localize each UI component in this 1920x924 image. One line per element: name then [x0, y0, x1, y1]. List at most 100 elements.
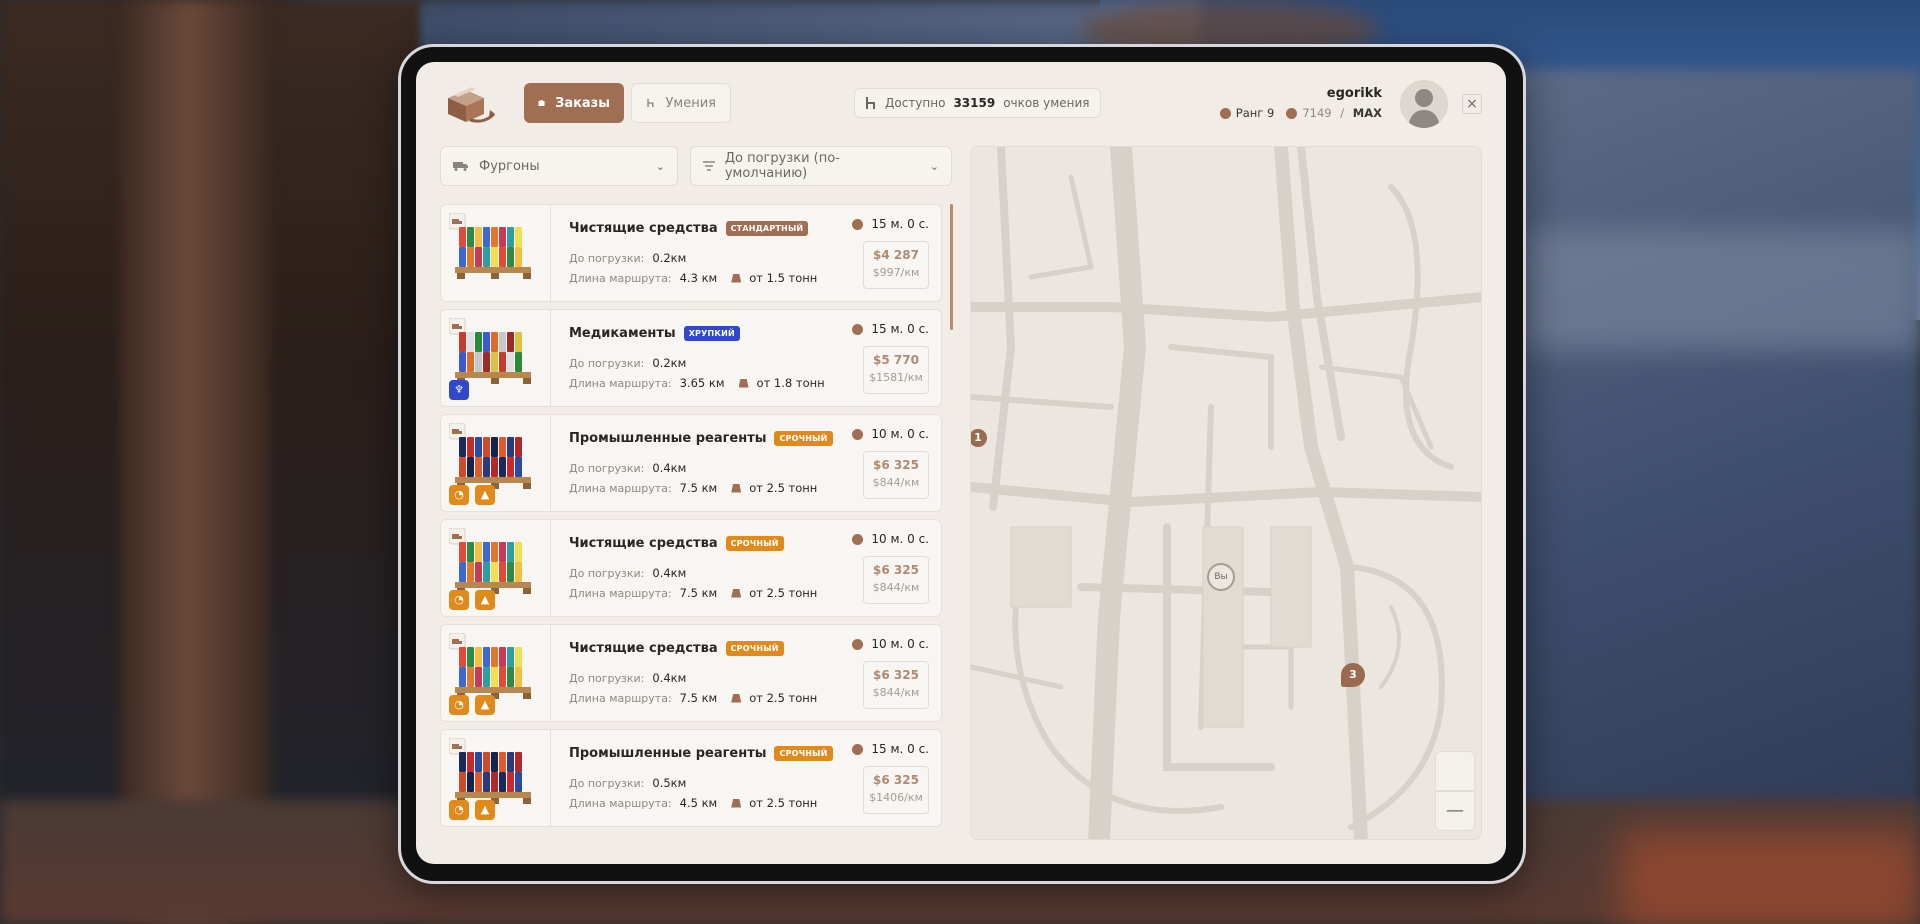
rank-star-icon	[1219, 107, 1231, 119]
order-title: Чистящие средства	[569, 536, 718, 551]
order-type-badge: СРОЧНЫЙ	[725, 641, 784, 656]
order-time: 15 м. 0 с.	[871, 322, 929, 336]
delivery-box-logo-icon	[448, 87, 496, 123]
order-price: $4 287	[873, 248, 919, 262]
order-card[interactable]: ◔ ▲ Чистящие средства СРОЧНЫЙ До погрузки…	[440, 519, 942, 617]
weight-value: от 2.5 тонн	[749, 796, 818, 810]
avatar[interactable]	[1400, 80, 1448, 128]
clock-icon	[852, 638, 864, 650]
weight-icon: ▲	[475, 800, 495, 820]
to-load-value: 0.2км	[652, 356, 687, 370]
order-type-badge: СТАНДАРТНЫЙ	[725, 221, 809, 236]
sort-value: До погрузки (по-умолчанию)	[724, 151, 840, 181]
xp-current: 7149	[1302, 106, 1332, 120]
order-title: Промышленные реагенты	[569, 431, 767, 446]
cargo-pallet-icon	[449, 213, 531, 279]
order-type-badge: ХРУПКИЙ	[683, 326, 740, 341]
order-title: Чистящие средства	[569, 221, 718, 236]
route-length-label: Длина маршрута:	[569, 376, 672, 390]
order-price-per-km: $1406/км	[869, 791, 923, 804]
weight-value: от 2.5 тонн	[749, 691, 818, 705]
to-load-label: До погрузки:	[569, 776, 645, 790]
order-price: $6 325	[873, 773, 919, 787]
map-marker-3[interactable]: 3	[1341, 663, 1365, 687]
map-roads	[971, 147, 1481, 839]
to-load-value: 0.4км	[652, 566, 687, 580]
map[interactable]: 1 Вы 3 + —	[970, 146, 1482, 840]
to-load-label: До погрузки:	[569, 356, 645, 370]
tab-skills[interactable]: Умения	[631, 83, 731, 123]
weight-value: от 1.5 тонн	[749, 271, 818, 285]
player-position-marker: Вы	[1207, 563, 1235, 591]
order-type-badge: СРОЧНЫЙ	[725, 536, 784, 551]
scrollbar[interactable]	[950, 204, 953, 330]
order-card[interactable]: ◔ ▲ Промышленные реагенты СРОЧНЫЙ До погр…	[440, 414, 942, 512]
clock-icon: ◔	[449, 695, 469, 715]
orders-list[interactable]: Чистящие средства СТАНДАРТНЫЙ До погрузк…	[440, 204, 942, 830]
weight-icon: ▲	[475, 485, 495, 505]
order-time: 10 м. 0 с.	[871, 637, 929, 651]
weight-icon	[731, 798, 742, 808]
order-time: 15 м. 0 с.	[871, 217, 929, 231]
route-length-label: Длина маршрута:	[569, 481, 672, 495]
route-length-label: Длина маршрута:	[569, 691, 672, 705]
weight-icon: ▲	[475, 695, 495, 715]
skill-points-value: 33159	[953, 96, 996, 110]
zoom-out-button[interactable]: —	[1435, 791, 1475, 831]
cargo-thumbnail: ◔ ▲	[441, 415, 551, 511]
tab-orders-label: Заказы	[555, 95, 610, 111]
clock-icon: ◔	[449, 800, 469, 820]
price-box: $6 325 $844/км	[863, 661, 929, 709]
order-card[interactable]: ◔ ▲ Чистящие средства СРОЧНЫЙ До погрузки…	[440, 624, 942, 722]
rank-label: Ранг 9	[1235, 106, 1275, 120]
xp-max: MAX	[1352, 106, 1382, 120]
route-length-label: Длина маршрута:	[569, 586, 672, 600]
route-length-value: 7.5 км	[679, 691, 718, 705]
zoom-in-button[interactable]: +	[1435, 751, 1475, 791]
order-card[interactable]: ◔ ▲ Промышленные реагенты СРОЧНЫЙ До погр…	[440, 729, 942, 827]
sort-select[interactable]: До погрузки (по-умолчанию) ⌄	[690, 146, 952, 186]
box-icon	[538, 99, 545, 107]
weight-icon	[731, 273, 742, 283]
skill-points-suffix: очков умения	[1003, 96, 1090, 110]
clock-icon	[852, 428, 864, 440]
clock-icon	[852, 533, 864, 545]
order-card[interactable]: Чистящие средства СТАНДАРТНЫЙ До погрузк…	[440, 204, 942, 302]
weight-icon	[738, 378, 749, 388]
vehicle-filter-select[interactable]: Фургоны ⌄	[440, 146, 678, 186]
weight-value: от 2.5 тонн	[749, 586, 818, 600]
close-button[interactable]: ×	[1462, 94, 1482, 114]
order-card[interactable]: ♆ Медикаменты ХРУПКИЙ До погрузки: 0.2км…	[440, 309, 942, 407]
order-time: 10 м. 0 с.	[871, 427, 929, 441]
tab-orders[interactable]: Заказы	[524, 83, 624, 123]
route-length-value: 4.3 км	[679, 271, 718, 285]
clock-icon	[852, 323, 864, 335]
user-silhouette-icon	[1408, 89, 1440, 128]
to-load-value: 0.4км	[652, 671, 687, 685]
cargo-thumbnail	[441, 205, 551, 301]
route-length-value: 4.5 км	[679, 796, 718, 810]
order-price: $6 325	[873, 563, 919, 577]
chevron-down-icon: ⌄	[929, 159, 939, 173]
order-price-per-km: $844/км	[872, 686, 920, 699]
to-load-value: 0.4км	[652, 461, 687, 475]
price-box: $5 770 $1581/км	[863, 346, 929, 394]
cargo-thumbnail: ♆	[441, 310, 551, 406]
cargo-thumbnail: ◔ ▲	[441, 520, 551, 616]
order-type-badge: СРОЧНЫЙ	[774, 746, 833, 761]
clock-icon: ◔	[449, 485, 469, 505]
tab-skills-label: Умения	[665, 95, 717, 111]
weight-icon	[731, 588, 742, 598]
weight-icon	[731, 693, 742, 703]
skill-points-indicator: Доступно 33159 очков умения	[854, 88, 1101, 118]
clock-icon: ◔	[449, 590, 469, 610]
order-price-per-km: $1581/км	[869, 371, 923, 384]
price-box: $4 287 $997/км	[863, 241, 929, 289]
cargo-thumbnail: ◔ ▲	[441, 730, 551, 826]
cargo-thumbnail: ◔ ▲	[441, 625, 551, 721]
route-length-label: Длина маршрута:	[569, 271, 672, 285]
order-title: Промышленные реагенты	[569, 746, 767, 761]
order-price-per-km: $844/км	[872, 581, 920, 594]
clock-icon	[852, 743, 864, 755]
to-load-label: До погрузки:	[569, 251, 645, 265]
